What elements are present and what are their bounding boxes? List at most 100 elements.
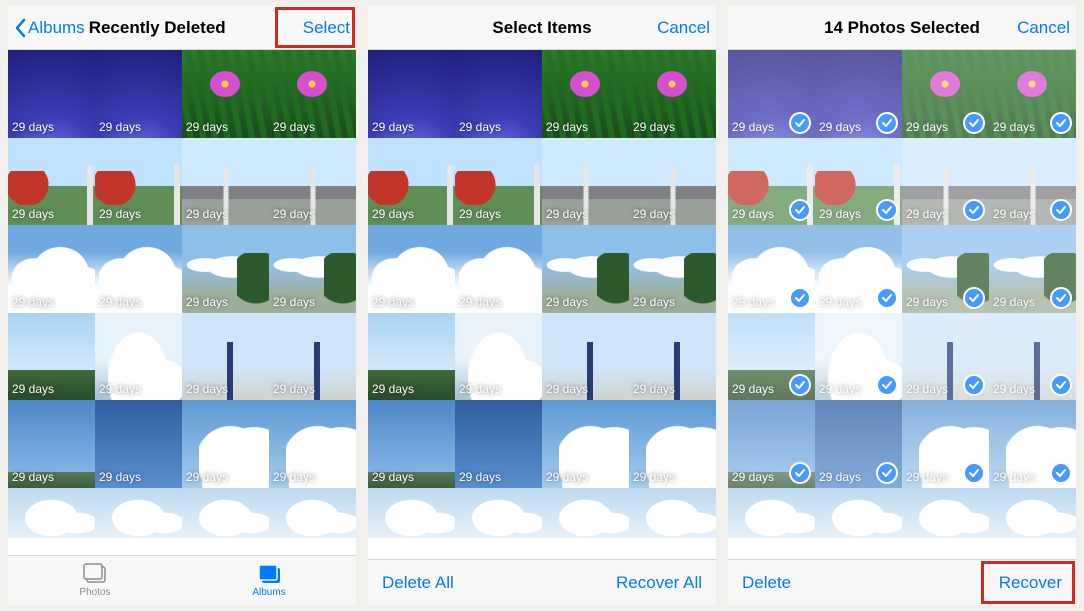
photo-thumb[interactable]: 29 days: [815, 400, 902, 488]
photo-thumb[interactable]: [815, 488, 902, 538]
photo-thumb[interactable]: [368, 488, 455, 538]
selected-check-icon: [789, 374, 811, 396]
photo-thumb[interactable]: 29 days: [728, 225, 815, 313]
photo-thumb[interactable]: 29 days: [455, 50, 542, 138]
photo-thumb[interactable]: [8, 488, 95, 538]
days-remaining-label: 29 days: [273, 382, 315, 396]
photo-thumb[interactable]: 29 days: [182, 313, 269, 401]
photo-thumb[interactable]: 29 days: [542, 313, 629, 401]
toolbar: Delete All Recover All: [368, 559, 716, 605]
cancel-button[interactable]: Cancel: [657, 18, 710, 38]
photo-thumb[interactable]: 29 days: [368, 225, 455, 313]
photo-thumb[interactable]: 29 days: [95, 400, 182, 488]
days-remaining-label: 29 days: [732, 120, 774, 134]
photo-thumb[interactable]: 29 days: [368, 50, 455, 138]
photo-thumb[interactable]: 29 days: [95, 50, 182, 138]
photo-thumb[interactable]: 29 days: [815, 313, 902, 401]
photo-thumb[interactable]: 29 days: [902, 138, 989, 226]
photo-thumb[interactable]: 29 days: [728, 50, 815, 138]
photo-thumb[interactable]: 29 days: [455, 225, 542, 313]
photo-thumb[interactable]: 29 days: [542, 138, 629, 226]
photo-thumb[interactable]: 29 days: [629, 400, 716, 488]
tab-albums[interactable]: Albums: [182, 556, 356, 605]
recover-all-button[interactable]: Recover All: [616, 573, 702, 593]
photo-thumb[interactable]: 29 days: [8, 50, 95, 138]
days-remaining-label: 29 days: [459, 470, 501, 484]
photo-thumb[interactable]: 29 days: [728, 400, 815, 488]
photo-thumb[interactable]: 29 days: [542, 225, 629, 313]
photo-thumb[interactable]: [95, 488, 182, 538]
photo-thumb[interactable]: 29 days: [629, 313, 716, 401]
photo-thumb[interactable]: 29 days: [8, 313, 95, 401]
photo-grid[interactable]: 29 days29 days29 days29 days29 days29 da…: [368, 50, 716, 559]
nav-back[interactable]: Albums: [14, 18, 85, 38]
days-remaining-label: 29 days: [819, 470, 861, 484]
photo-thumb[interactable]: 29 days: [269, 400, 356, 488]
photo-grid[interactable]: 29 days29 days29 days29 days29 days29 da…: [8, 50, 356, 555]
photo-thumb[interactable]: 29 days: [989, 138, 1076, 226]
photo-grid[interactable]: 29 days29 days29 days29 days29 days29 da…: [728, 50, 1076, 559]
photo-thumb[interactable]: 29 days: [902, 313, 989, 401]
recover-button[interactable]: Recover: [999, 573, 1062, 593]
photo-thumb[interactable]: [542, 488, 629, 538]
photo-thumb[interactable]: 29 days: [815, 50, 902, 138]
nav-title: 14 Photos Selected: [804, 18, 1000, 38]
photo-thumb[interactable]: 29 days: [989, 313, 1076, 401]
photo-thumb[interactable]: 29 days: [728, 138, 815, 226]
days-remaining-label: 29 days: [546, 120, 588, 134]
days-remaining-label: 29 days: [633, 120, 675, 134]
photo-thumb[interactable]: 29 days: [455, 138, 542, 226]
selected-check-icon: [963, 462, 985, 484]
photo-thumb[interactable]: 29 days: [368, 138, 455, 226]
photo-thumb[interactable]: 29 days: [902, 400, 989, 488]
photo-thumb[interactable]: 29 days: [455, 400, 542, 488]
photo-thumb[interactable]: [989, 488, 1076, 538]
photo-thumb[interactable]: [902, 488, 989, 538]
photo-thumb[interactable]: 29 days: [629, 138, 716, 226]
photo-thumb[interactable]: 29 days: [989, 225, 1076, 313]
photo-thumb[interactable]: 29 days: [182, 50, 269, 138]
cancel-button[interactable]: Cancel: [1017, 18, 1070, 38]
photo-thumb[interactable]: [728, 488, 815, 538]
photo-thumb[interactable]: 29 days: [182, 400, 269, 488]
photo-thumb[interactable]: 29 days: [542, 400, 629, 488]
photo-thumb[interactable]: [182, 488, 269, 538]
photo-thumb[interactable]: 29 days: [8, 225, 95, 313]
thumb-image: [989, 225, 1076, 313]
delete-all-button[interactable]: Delete All: [382, 573, 454, 593]
photo-thumb[interactable]: [269, 488, 356, 538]
photo-thumb[interactable]: 29 days: [95, 225, 182, 313]
thumb-image: [815, 313, 902, 401]
tab-photos[interactable]: Photos: [8, 556, 182, 605]
selected-check-icon: [876, 374, 898, 396]
photo-thumb[interactable]: 29 days: [8, 400, 95, 488]
photo-thumb[interactable]: 29 days: [728, 313, 815, 401]
delete-button[interactable]: Delete: [742, 573, 791, 593]
photo-thumb[interactable]: [455, 488, 542, 538]
photo-thumb[interactable]: 29 days: [629, 50, 716, 138]
photo-thumb[interactable]: 29 days: [815, 225, 902, 313]
select-button[interactable]: Select: [303, 18, 350, 38]
photo-thumb[interactable]: 29 days: [989, 400, 1076, 488]
photo-thumb[interactable]: 29 days: [368, 313, 455, 401]
photo-thumb[interactable]: 29 days: [902, 225, 989, 313]
days-remaining-label: 29 days: [633, 470, 675, 484]
photo-thumb[interactable]: 29 days: [368, 400, 455, 488]
photo-thumb[interactable]: 29 days: [95, 138, 182, 226]
photo-thumb[interactable]: 29 days: [269, 225, 356, 313]
photo-thumb[interactable]: [629, 488, 716, 538]
photo-thumb[interactable]: 29 days: [269, 313, 356, 401]
photo-thumb[interactable]: 29 days: [8, 138, 95, 226]
photo-thumb[interactable]: 29 days: [629, 225, 716, 313]
photo-thumb[interactable]: 29 days: [989, 50, 1076, 138]
photo-thumb[interactable]: 29 days: [542, 50, 629, 138]
photo-thumb[interactable]: 29 days: [269, 138, 356, 226]
selected-check-icon: [876, 199, 898, 221]
photo-thumb[interactable]: 29 days: [95, 313, 182, 401]
photo-thumb[interactable]: 29 days: [815, 138, 902, 226]
photo-thumb[interactable]: 29 days: [902, 50, 989, 138]
photo-thumb[interactable]: 29 days: [182, 225, 269, 313]
photo-thumb[interactable]: 29 days: [269, 50, 356, 138]
photo-thumb[interactable]: 29 days: [182, 138, 269, 226]
photo-thumb[interactable]: 29 days: [455, 313, 542, 401]
